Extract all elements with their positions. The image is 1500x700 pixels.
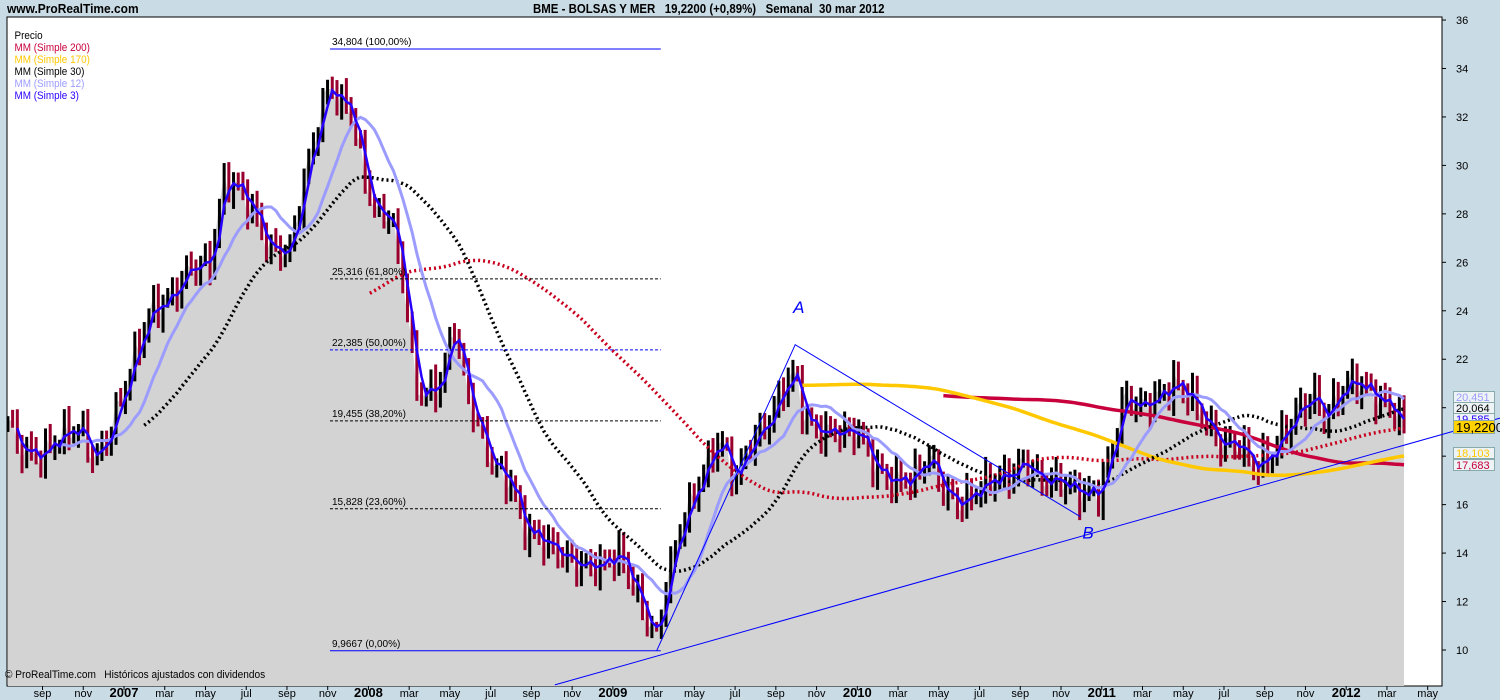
x-tick-label: mar	[1133, 688, 1152, 700]
y-tick-label: 28	[1456, 209, 1468, 221]
legend-sma3: MM (Simple 3)	[14, 90, 79, 102]
fib-label: 9,9667 (0,00%)	[332, 639, 400, 650]
legend-sma170: MM (Simple 170)	[14, 54, 90, 66]
y-tick-label: 12	[1456, 597, 1468, 609]
x-tick-label: jul	[729, 688, 741, 700]
x-tick-label: 2009	[598, 685, 627, 700]
x-tick-label: mar	[400, 688, 419, 700]
x-tick-label: may	[684, 688, 705, 700]
legend-sma200: MM (Simple 200)	[14, 42, 90, 54]
x-tick-label: 2011	[1088, 685, 1116, 700]
x-tick-label: may	[1173, 688, 1194, 700]
fib-label: 19,455 (38,20%)	[332, 409, 406, 420]
legend-sma12: MM (Simple 12)	[14, 78, 85, 90]
x-tick-label: mar	[644, 688, 663, 700]
fib-label: 34,804 (100,00%)	[332, 37, 412, 48]
y-tick-label: 24	[1456, 306, 1468, 318]
fib-label: 22,385 (50,00%)	[332, 338, 406, 349]
fib-label: 15,828 (23,60%)	[332, 497, 406, 508]
x-tick-label: may	[1417, 688, 1438, 700]
x-tick-label: mar	[155, 688, 174, 700]
annotation-a: A	[792, 298, 804, 317]
x-tick-label: mar	[889, 688, 908, 700]
x-tick-label: nov	[563, 688, 581, 700]
sma200-value-label: 17,683	[1453, 459, 1495, 472]
y-tick-label: 16	[1456, 500, 1468, 512]
y-tick-label: 10	[1456, 645, 1468, 657]
legend: Precio MM (Simple 200) MM (Simple 170) M…	[9, 18, 90, 102]
x-tick-label: nov	[74, 688, 92, 700]
x-tick-label: sep	[523, 688, 541, 700]
x-tick-label: nov	[1297, 688, 1315, 700]
current-price-label: 19,2200	[1453, 420, 1500, 434]
x-tick-label: 2012	[1332, 685, 1361, 700]
x-tick-label: 2008	[354, 685, 383, 700]
sma170-value-label: 18,103	[1453, 447, 1495, 460]
x-tick-label: may	[928, 688, 949, 700]
x-tick-label: nov	[1052, 688, 1070, 700]
y-tick-label: 30	[1456, 160, 1468, 172]
x-tick-label: may	[195, 688, 216, 700]
x-tick-label: sep	[1256, 688, 1274, 700]
x-tick-label: may	[440, 688, 461, 700]
y-tick-label: 26	[1456, 257, 1468, 269]
y-tick-label: 32	[1456, 112, 1468, 124]
x-tick-label: jul	[240, 688, 252, 700]
x-tick-label: jul	[484, 688, 496, 700]
x-tick-label: sep	[1011, 688, 1029, 700]
x-tick-label: mar	[1377, 688, 1396, 700]
x-tick-label: sep	[767, 688, 785, 700]
price-chart: 34,804 (100,00%) 25,316 (61,80%) 22,385 (5…	[6, 15, 1500, 700]
x-tick-label: nov	[319, 688, 337, 700]
fib-label: 25,316 (61,80%)	[332, 267, 406, 278]
x-tick-label: sep	[278, 688, 296, 700]
legend-sma30: MM (Simple 30)	[14, 66, 85, 78]
y-tick-label: 34	[1456, 63, 1468, 75]
x-tick-label: jul	[973, 688, 985, 700]
x-tick-label: 2007	[110, 685, 139, 700]
y-tick-label: 14	[1456, 548, 1468, 560]
y-tick-label: 22	[1456, 354, 1468, 366]
x-tick-label: jul	[1217, 688, 1229, 700]
x-tick-label: 2010	[843, 685, 872, 700]
copyright-note: © ProRealTime.com Históricos ajustados c…	[5, 669, 266, 681]
y-tick-label: 36	[1456, 15, 1468, 27]
legend-price: Precio	[14, 30, 43, 42]
x-tick-label: sep	[34, 688, 52, 700]
x-tick-label: nov	[808, 688, 826, 700]
